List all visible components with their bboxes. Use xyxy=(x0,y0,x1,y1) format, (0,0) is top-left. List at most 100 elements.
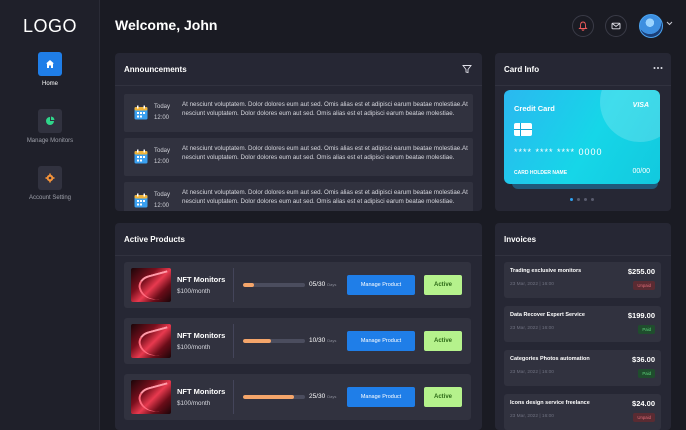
invoices-panel: Invoices Trading exclusive monitors 23 M… xyxy=(495,223,671,430)
status-badge[interactable]: Active xyxy=(424,331,462,351)
visa-logo: VISA xyxy=(632,102,649,109)
announcement-item[interactable]: Today 12:00 At nesciunt voluptatem. Dolo… xyxy=(124,138,473,176)
sidebar-item-manage-monitors[interactable]: Manage Monitors xyxy=(0,109,100,144)
announcement-item[interactable]: Today 12:00 At nesciunt voluptatem. Dolo… xyxy=(124,94,473,132)
card-info-title: Card Info xyxy=(504,65,540,74)
invoice-date: 23 Mar, 2022 | 16:00 xyxy=(510,282,554,287)
invoice-date: 23 Mar, 2022 | 16:00 xyxy=(510,414,554,419)
divider xyxy=(233,268,234,302)
progress-unit: Days xyxy=(327,338,337,343)
sidebar-item-label: Account Setting xyxy=(28,195,72,201)
carousel-dot[interactable] xyxy=(570,198,573,201)
carousel-dot[interactable] xyxy=(577,198,580,201)
progress-bar xyxy=(243,395,305,399)
progress-count: 05/30 Days xyxy=(309,281,336,288)
invoice-name: Categories Photos automation xyxy=(510,356,590,362)
announcement-time: 12:00 xyxy=(154,115,170,121)
announcement-day: Today xyxy=(154,104,171,110)
progress-count: 10/30 Days xyxy=(309,337,336,344)
progress-fill xyxy=(243,339,271,343)
progress-fill xyxy=(243,395,295,399)
notification-button[interactable] xyxy=(572,15,594,37)
announcement-text: At nesciunt voluptatem. Dolor dolores eu… xyxy=(182,145,468,161)
card-decoration xyxy=(600,90,660,142)
calendar-icon xyxy=(134,105,148,120)
progress-value: 10/30 xyxy=(309,337,326,344)
invoice-amount: $36.00 xyxy=(632,355,655,364)
sidebar-item-home[interactable]: Home xyxy=(0,52,100,87)
divider xyxy=(233,324,234,358)
product-name: NFT Monitors xyxy=(177,387,226,396)
progress-fill xyxy=(243,283,254,287)
invoice-amount: $199.00 xyxy=(627,311,655,320)
calendar-icon xyxy=(134,193,148,208)
divider xyxy=(115,85,482,86)
status-badge: Paid xyxy=(638,325,655,334)
invoice-date: 23 Mar, 2022 | 16:00 xyxy=(510,326,554,331)
divider xyxy=(495,85,671,86)
progress-bar xyxy=(243,283,305,287)
status-badge: Unpaid xyxy=(633,413,655,422)
invoice-amount: $255.00 xyxy=(627,267,655,276)
sidebar-item-account-setting[interactable]: Account Setting xyxy=(0,166,100,201)
divider xyxy=(233,380,234,414)
invoice-item[interactable]: Icons design service freelance 23 Mar, 2… xyxy=(504,394,661,430)
carousel-dots[interactable] xyxy=(570,198,594,201)
gear-icon xyxy=(38,166,62,190)
card-title: Credit Card xyxy=(514,104,555,113)
invoice-name: Icons design service freelance xyxy=(510,400,590,406)
invoice-item[interactable]: Trading exclusive monitors 23 Mar, 2022 … xyxy=(504,262,661,298)
announcement-text: At nesciunt voluptatem. Dolor dolores eu… xyxy=(182,189,468,205)
active-products-title: Active Products xyxy=(124,235,185,244)
chevron-down-icon[interactable] xyxy=(666,21,673,26)
product-image xyxy=(131,268,171,302)
filter-icon[interactable] xyxy=(462,64,472,74)
bell-icon xyxy=(578,21,588,31)
product-name: NFT Monitors xyxy=(177,331,226,340)
announcement-time: 12:00 xyxy=(154,159,170,165)
product-price: $100/month xyxy=(177,288,211,295)
manage-product-button[interactable]: Manage Product xyxy=(347,331,415,351)
logo: LOGO xyxy=(22,16,77,36)
manage-product-button[interactable]: Manage Product xyxy=(347,387,415,407)
progress-value: 05/30 xyxy=(309,281,326,288)
chip-icon xyxy=(514,123,532,136)
invoice-date: 23 Mar, 2022 | 16:00 xyxy=(510,370,554,375)
avatar[interactable] xyxy=(639,14,663,38)
product-row: NFT Monitors $100/month 05/30 Days Manage… xyxy=(124,262,471,308)
card-holder: CARD HOLDER NAME xyxy=(514,170,568,176)
announcements-list[interactable]: Today 12:00 At nesciunt voluptatem. Dolo… xyxy=(115,94,482,211)
announcement-time: 12:00 xyxy=(154,203,170,209)
credit-card[interactable]: Credit Card VISA **** **** **** 0000 CAR… xyxy=(504,90,660,184)
invoice-name: Trading exclusive monitors xyxy=(510,268,582,274)
announcement-text: At nesciunt voluptatem. Dolor dolores eu… xyxy=(182,101,468,117)
product-image xyxy=(131,380,171,414)
sidebar: LOGO Home Manage Monitors Account Settin… xyxy=(0,0,100,430)
announcement-item[interactable]: Today 12:00 At nesciunt voluptatem. Dolo… xyxy=(124,182,473,211)
product-price: $100/month xyxy=(177,344,211,351)
more-horizontal-icon[interactable] xyxy=(653,66,663,70)
status-badge: Paid xyxy=(638,369,655,378)
invoice-name: Data Recover Expert Service xyxy=(510,312,585,318)
active-products-panel: Active Products NFT Monitors $100/month … xyxy=(115,223,482,430)
mail-button[interactable] xyxy=(605,15,627,37)
invoice-item[interactable]: Categories Photos automation 23 Mar, 202… xyxy=(504,350,661,386)
invoice-item[interactable]: Data Recover Expert Service 23 Mar, 2022… xyxy=(504,306,661,342)
progress-unit: Days xyxy=(327,394,337,399)
announcement-day: Today xyxy=(154,192,171,198)
status-badge[interactable]: Active xyxy=(424,387,462,407)
carousel-dot[interactable] xyxy=(591,198,594,201)
divider xyxy=(495,255,671,256)
announcements-title: Announcements xyxy=(124,65,187,74)
product-row: NFT Monitors $100/month 10/30 Days Manage… xyxy=(124,318,471,364)
carousel-dot[interactable] xyxy=(584,198,587,201)
page-title: Welcome, John xyxy=(115,17,218,33)
product-row: NFT Monitors $100/month 25/30 Days Manage… xyxy=(124,374,471,420)
progress-unit: Days xyxy=(327,282,337,287)
progress-value: 25/30 xyxy=(309,393,326,400)
status-badge[interactable]: Active xyxy=(424,275,462,295)
card-number: **** **** **** 0000 xyxy=(514,147,603,157)
product-name: NFT Monitors xyxy=(177,275,226,284)
mail-icon xyxy=(611,22,621,30)
manage-product-button[interactable]: Manage Product xyxy=(347,275,415,295)
